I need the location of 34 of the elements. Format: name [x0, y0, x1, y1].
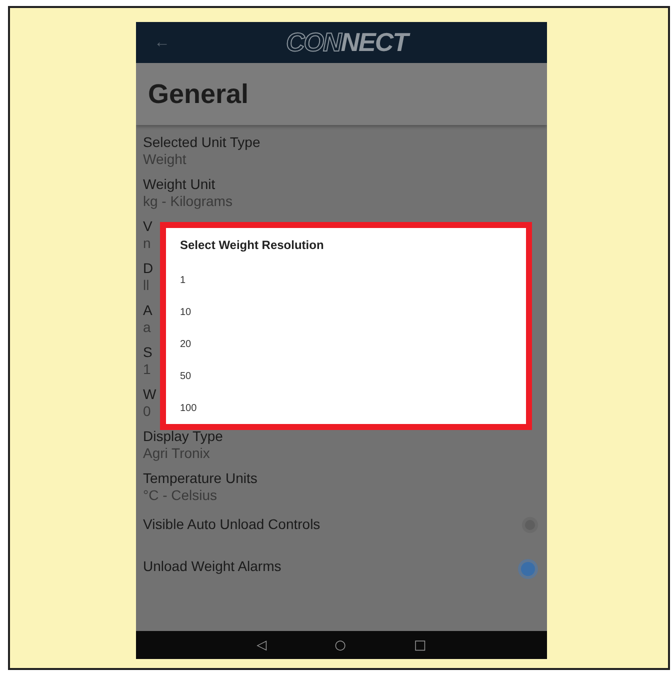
setting-title[interactable]: Weight Unit — [143, 176, 216, 193]
back-nav-button[interactable]: ◁ — [256, 638, 267, 652]
setting-value: ll — [143, 277, 150, 294]
back-button[interactable]: ← — [154, 34, 170, 52]
setting-title: Visible Auto Unload Controls — [143, 516, 320, 533]
setting-title[interactable]: D — [143, 260, 154, 277]
resolution-option[interactable]: 100 — [180, 392, 197, 424]
setting-value: °C - Celsius — [143, 487, 218, 504]
setting-title: Unload Weight Alarms — [143, 558, 282, 575]
setting-title[interactable]: W — [143, 386, 156, 403]
recents-button[interactable]: □ — [414, 638, 426, 652]
page-title: General — [148, 78, 249, 110]
setting-value: n — [143, 235, 151, 252]
setting-value: Weight — [143, 151, 186, 168]
resolution-option[interactable]: 10 — [180, 296, 192, 329]
setting-title[interactable]: A — [143, 302, 152, 319]
home-button[interactable]: ○ — [334, 638, 346, 652]
setting-title[interactable]: Temperature Units — [143, 470, 258, 487]
resolution-option[interactable]: 1 — [180, 265, 186, 297]
setting-title[interactable]: S — [143, 344, 152, 361]
logo-text: NECT — [340, 27, 408, 58]
setting-title[interactable]: Display Type — [143, 428, 223, 445]
setting-title[interactable]: Selected Unit Type — [143, 134, 260, 151]
setting-value: Agri Tronix — [143, 445, 210, 462]
resolution-option[interactable]: 20 — [180, 328, 192, 360]
logo-text: CON — [286, 27, 341, 58]
setting-value: 1 — [143, 361, 151, 378]
setting-value: kg - Kilograms — [143, 193, 232, 210]
resolution-option[interactable]: 50 — [180, 360, 192, 392]
dialog-title: Select Weight Resolution — [180, 238, 324, 252]
setting-title[interactable]: V — [143, 218, 152, 235]
toggle-switch[interactable] — [521, 562, 535, 576]
setting-value: 0 — [143, 403, 151, 420]
setting-value: a — [143, 319, 151, 336]
